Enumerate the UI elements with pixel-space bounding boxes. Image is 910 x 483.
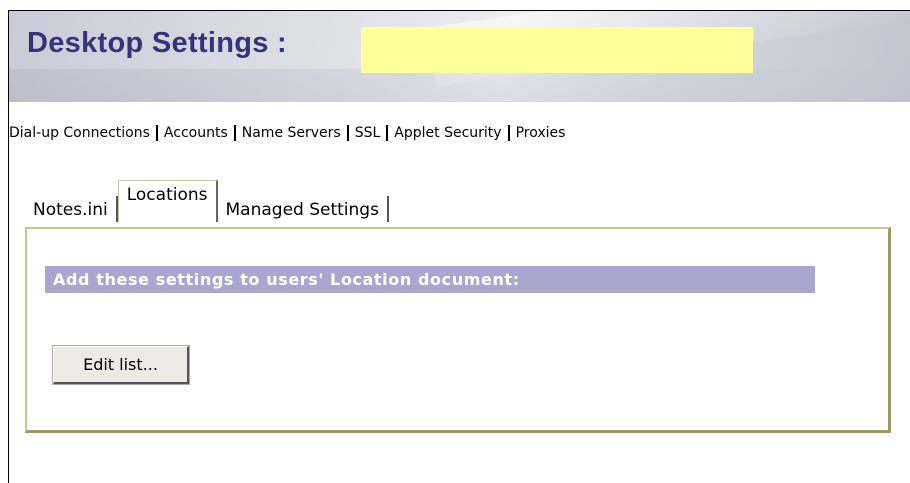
- panel-heading: Add these settings to users' Location do…: [45, 266, 815, 293]
- tab-ssl[interactable]: SSL: [346, 125, 387, 141]
- tab-managed-settings[interactable]: Managed Settings: [218, 196, 389, 222]
- settings-frame: Desktop Settings : Dial-up Connections A…: [8, 10, 910, 483]
- tab-dial-up-connections[interactable]: Dial-up Connections: [9, 125, 156, 141]
- edit-list-button[interactable]: Edit list...: [52, 345, 190, 385]
- tab-notes-ini[interactable]: Notes.ini: [25, 196, 118, 222]
- page-title: Desktop Settings :: [27, 27, 287, 59]
- redacted-name-box: [361, 27, 753, 73]
- locations-panel: Add these settings to users' Location do…: [25, 227, 891, 433]
- tab-locations[interactable]: Locations: [117, 180, 218, 222]
- top-tab-bar: Dial-up Connections Accounts Name Server…: [9, 118, 571, 148]
- tab-applet-security[interactable]: Applet Security: [386, 125, 507, 141]
- tab-proxies[interactable]: Proxies: [507, 125, 572, 141]
- page-header: Desktop Settings :: [9, 11, 910, 102]
- sub-tab-bar: Notes.ini Locations Managed Settings: [25, 180, 389, 222]
- tab-name-servers[interactable]: Name Servers: [233, 125, 347, 141]
- tab-accounts[interactable]: Accounts: [155, 125, 234, 141]
